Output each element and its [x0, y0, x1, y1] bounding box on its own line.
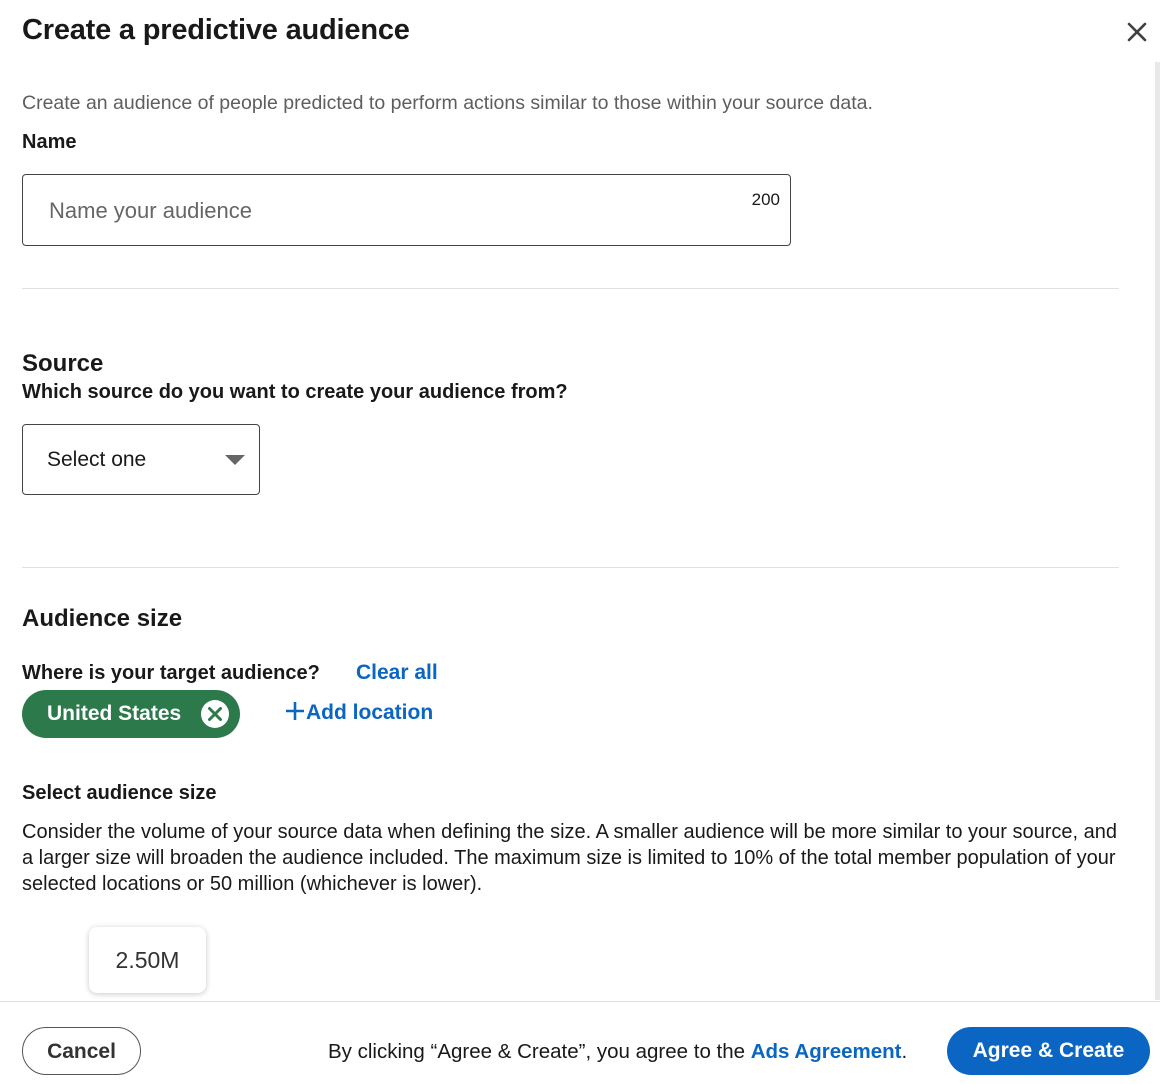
remove-location-button[interactable] [200, 699, 230, 729]
char-counter: 200 [751, 190, 780, 209]
ads-agreement-link[interactable]: Ads Agreement [751, 1040, 902, 1063]
name-field: 200 [22, 174, 791, 246]
intro-text: Create an audience of people predicted t… [22, 92, 873, 114]
size-description: Consider the volume of your source data … [22, 821, 1118, 895]
audience-size-title: Audience size [22, 605, 183, 632]
scrollbar[interactable] [1155, 62, 1160, 1000]
name-label: Name [22, 131, 77, 153]
size-value-tooltip: 2.50M [89, 927, 206, 993]
plus-icon [286, 702, 304, 720]
select-size-label: Select audience size [22, 782, 217, 804]
close-circle-icon [201, 700, 229, 728]
close-icon [1127, 22, 1147, 42]
agreement-prefix: By clicking “Agree & Create”, you agree … [328, 1040, 751, 1063]
source-select[interactable]: Select one [22, 424, 260, 495]
create-label: Agree & Create [972, 1039, 1125, 1062]
predictive-audience-modal: Create a predictive audience Create an a… [0, 0, 1160, 1084]
divider [22, 288, 1119, 289]
name-input[interactable] [47, 191, 727, 231]
add-location-label: Add location [306, 701, 434, 724]
close-button[interactable] [1124, 19, 1150, 45]
size-value: 2.50M [115, 947, 180, 973]
caret-down-icon [225, 455, 245, 465]
agreement-text: By clicking “Agree & Create”, you agree … [328, 1040, 907, 1064]
add-location-button[interactable]: Add location [284, 700, 433, 725]
agreement-suffix: . [901, 1040, 908, 1063]
location-pill-label: United States [47, 702, 182, 725]
cancel-button[interactable]: Cancel [22, 1027, 141, 1075]
location-pill-united-states[interactable]: United States [22, 690, 240, 738]
source-question: Which source do you want to create your … [22, 381, 568, 403]
cancel-label: Cancel [47, 1040, 116, 1063]
source-section-title: Source [22, 350, 104, 377]
source-select-value: Select one [47, 448, 147, 471]
clear-all-link[interactable]: Clear all [356, 661, 438, 685]
location-question: Where is your target audience? [22, 662, 320, 684]
modal-footer: Cancel By clicking “Agree & Create”, you… [0, 1001, 1160, 1084]
modal-title: Create a predictive audience [22, 14, 410, 46]
agree-and-create-button[interactable]: Agree & Create [947, 1027, 1150, 1075]
divider [22, 567, 1119, 568]
